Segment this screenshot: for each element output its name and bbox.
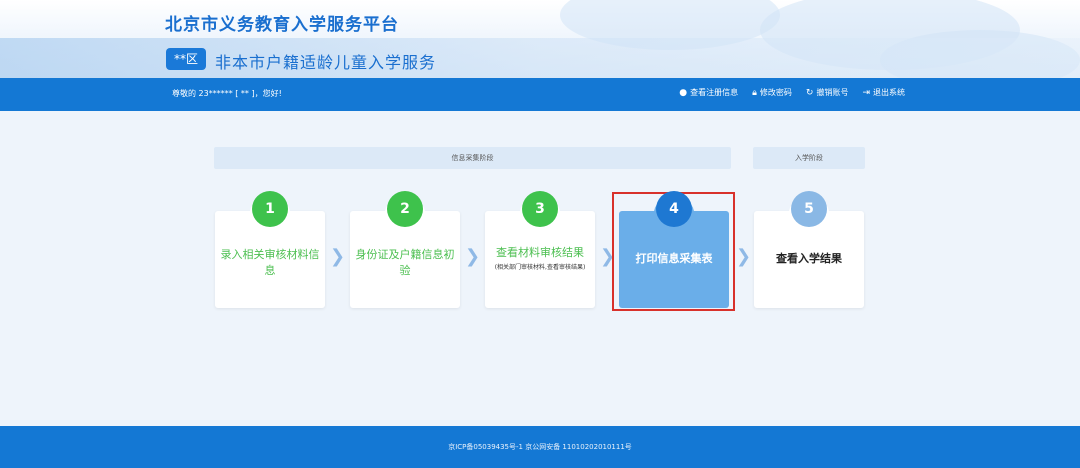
step-card-2[interactable]: 2 身份证及户籍信息初验: [350, 191, 460, 308]
step-number: 3: [522, 191, 558, 227]
step-number: 4: [656, 191, 692, 227]
step-card-5[interactable]: 5 查看入学结果: [754, 191, 864, 308]
change-password-link[interactable]: 🔒︎ 修改密码: [752, 87, 792, 98]
chevron-right-icon: ❯: [330, 246, 346, 267]
step-label: 录入相关审核材料信息: [220, 248, 320, 277]
view-registration-link[interactable]: ● 查看注册信息: [679, 87, 738, 98]
phase-collect-label: 信息采集阶段: [214, 147, 731, 169]
step-sublabel: (相关部门审核材料,查看审核结果): [494, 264, 586, 271]
main-content: 信息采集阶段 入学阶段 1 录入相关审核材料信息 ❯ 2 身份证及户籍信息初验 …: [0, 111, 1080, 426]
footer: 京ICP备05039435号-1 京公网安备 11010202010111号: [0, 426, 1080, 468]
step-card-3[interactable]: 3 查看材料审核结果 (相关部门审核材料,查看审核结果): [485, 191, 595, 308]
service-title: 非本市户籍适龄儿童入学服务: [215, 53, 437, 72]
logout-link[interactable]: ⇥ 退出系统: [862, 87, 905, 98]
top-navbar: 尊敬的 23****** [ ** ]，您好! ● 查看注册信息 🔒︎ 修改密码…: [0, 78, 1080, 111]
nav-link-label: 查看注册信息: [690, 88, 739, 97]
phase-enroll-label: 入学阶段: [753, 147, 865, 169]
user-greeting: 尊敬的 23****** [ ** ]，您好!: [172, 89, 282, 98]
step-label: 身份证及户籍信息初验: [355, 248, 455, 277]
cancel-account-link[interactable]: ↻ 撤销账号: [806, 87, 849, 98]
nav-links: ● 查看注册信息 🔒︎ 修改密码 ↻ 撤销账号 ⇥ 退出系统: [679, 87, 905, 98]
nav-link-label: 退出系统: [873, 88, 905, 97]
footer-license: 京ICP备05039435号-1 京公网安备 11010202010111号: [448, 443, 632, 451]
site-title: 北京市义务教育入学服务平台: [165, 15, 399, 35]
step-number: 5: [791, 191, 827, 227]
chevron-right-icon: ❯: [465, 246, 481, 267]
nav-link-label: 撤销账号: [816, 88, 849, 97]
step-card-4[interactable]: 4 打印信息采集表: [619, 191, 729, 308]
step-card-1[interactable]: 1 录入相关审核材料信息: [215, 191, 325, 308]
step-number: 2: [387, 191, 423, 227]
header-banner: 北京市义务教育入学服务平台 **区 非本市户籍适龄儿童入学服务: [0, 0, 1080, 78]
info-icon: ●: [679, 87, 688, 98]
step-number: 1: [252, 191, 288, 227]
lock-icon: 🔒︎: [752, 87, 757, 98]
chevron-right-icon: ❯: [736, 246, 752, 267]
step-label: 查看材料审核结果: [496, 246, 584, 259]
district-badge: **区: [166, 48, 206, 70]
logout-icon: ⇥: [862, 87, 870, 98]
nav-link-label: 修改密码: [759, 88, 792, 97]
refresh-icon: ↻: [805, 87, 814, 98]
service-strip: [0, 38, 1080, 78]
step-label: 查看入学结果: [776, 252, 842, 265]
step-label: 打印信息采集表: [635, 252, 713, 265]
